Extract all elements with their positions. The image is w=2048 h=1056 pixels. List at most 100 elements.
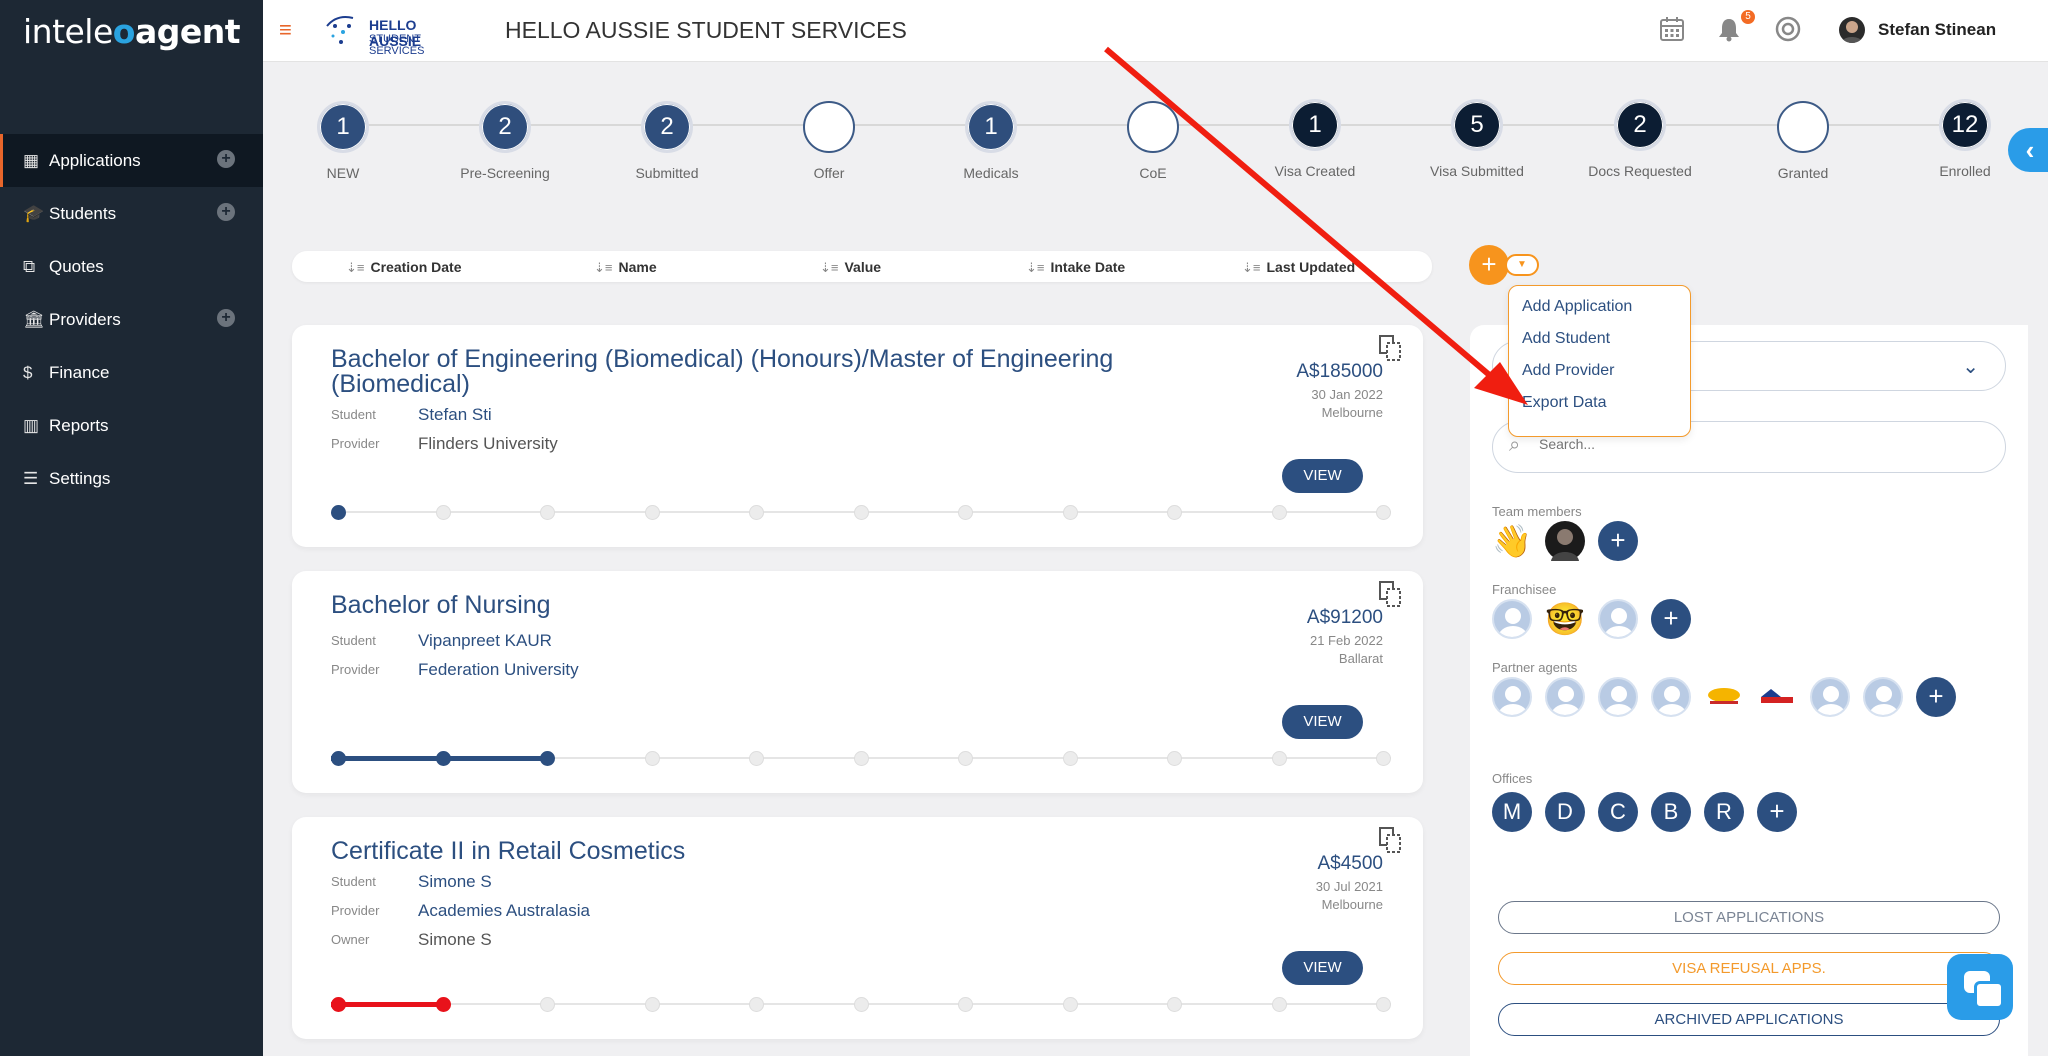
user-avatar[interactable] xyxy=(1839,17,1865,43)
sidebar-item-settings[interactable]: ☰ Settings xyxy=(0,452,263,505)
chat-widget-icon[interactable] xyxy=(1947,954,2013,1020)
sidebar-item-students[interactable]: 🎓 Students + xyxy=(0,187,263,240)
add-student-icon[interactable]: + xyxy=(217,203,235,221)
pipeline-stage[interactable]: 1 NEW xyxy=(283,101,403,181)
stage-label: Docs Requested xyxy=(1588,163,1692,179)
franchisee-avatar[interactable] xyxy=(1598,599,1638,639)
sort-value[interactable]: ⇣≡ Value xyxy=(820,259,881,276)
application-title[interactable]: Bachelor of Engineering (Biomedical) (Ho… xyxy=(331,347,1181,397)
partner-agent-logo-avatar[interactable] xyxy=(1757,677,1797,717)
student-name[interactable]: Stefan Sti xyxy=(418,405,492,425)
application-card[interactable]: Certificate II in Retail Cosmetics Stude… xyxy=(292,817,1423,1039)
archived-applications-button[interactable]: ARCHIVED APPLICATIONS xyxy=(1498,1003,2000,1036)
waving-hand-avatar[interactable]: 👋 xyxy=(1492,521,1532,561)
pipeline-stage[interactable]: CoE xyxy=(1093,101,1213,181)
sidebar-item-quotes[interactable]: ⧉ Quotes xyxy=(0,240,263,293)
lost-applications-button[interactable]: LOST APPLICATIONS xyxy=(1498,901,2000,934)
provider-name[interactable]: Academies Australasia xyxy=(418,901,590,921)
sort-last-updated[interactable]: ⇣≡ Last Updated xyxy=(1242,259,1355,276)
office-avatar[interactable]: M xyxy=(1492,792,1532,832)
office-avatar[interactable]: C xyxy=(1598,792,1638,832)
intele-agent-logo[interactable]: intele o agent xyxy=(0,0,263,62)
sidebar-item-applications[interactable]: ▦ Applications + xyxy=(0,134,263,187)
sort-name[interactable]: ⇣≡ Name xyxy=(594,259,657,276)
add-provider-icon[interactable]: + xyxy=(217,309,235,327)
notification-count-badge: 5 xyxy=(1741,10,1755,24)
menu-item-add-student[interactable]: Add Student xyxy=(1522,330,1610,348)
view-button[interactable]: VIEW xyxy=(1282,459,1363,493)
sidebar-item-finance[interactable]: $ Finance xyxy=(0,346,263,399)
pipeline-stage[interactable]: 12 Enrolled xyxy=(1905,99,2025,179)
menu-item-export-data[interactable]: Export Data xyxy=(1522,394,1606,412)
add-new-button[interactable]: + xyxy=(1469,245,1509,285)
pipeline-stage[interactable]: 5 Visa Submitted xyxy=(1417,99,1537,179)
sidebar-item-reports[interactable]: ▥ Reports xyxy=(0,399,263,452)
menu-item-add-provider[interactable]: Add Provider xyxy=(1522,362,1615,380)
team-member-photo-avatar[interactable] xyxy=(1545,521,1585,561)
add-team-member-button[interactable]: + xyxy=(1598,521,1638,561)
provider-name[interactable]: Federation University xyxy=(418,660,579,680)
application-card[interactable]: Bachelor of Nursing Student Vipanpreet K… xyxy=(292,571,1423,793)
pipeline-stage[interactable]: Granted xyxy=(1743,101,1863,181)
partner-agent-avatar[interactable] xyxy=(1810,677,1850,717)
partner-agent-avatar[interactable] xyxy=(1545,677,1585,717)
franchisee-avatar[interactable] xyxy=(1492,599,1532,639)
notifications-bell-icon[interactable] xyxy=(1715,16,1743,44)
hamburger-menu-icon[interactable]: ≡ xyxy=(279,17,292,43)
sliders-icon: ☰ xyxy=(23,468,39,488)
progress-track xyxy=(331,504,1391,520)
pipeline-stage[interactable]: 1 Visa Created xyxy=(1255,99,1375,179)
collapse-panel-chevron-icon[interactable]: ‹ xyxy=(2008,128,2048,172)
office-avatar[interactable]: R xyxy=(1704,792,1744,832)
sort-label: Name xyxy=(618,259,657,275)
partner-agent-avatar[interactable] xyxy=(1863,677,1903,717)
student-name[interactable]: Vipanpreet KAUR xyxy=(418,631,552,651)
pipeline-stage[interactable]: 2 Docs Requested xyxy=(1580,99,1700,179)
add-application-icon[interactable]: + xyxy=(217,150,235,168)
progress-step-dot xyxy=(958,997,973,1012)
add-office-button[interactable]: + xyxy=(1757,792,1797,832)
partner-agent-logo-avatar[interactable] xyxy=(1704,677,1744,717)
user-name[interactable]: Stefan Stinean xyxy=(1878,20,1996,40)
stage-label: Submitted xyxy=(635,165,699,181)
logo-text-part: intele xyxy=(22,11,113,51)
help-lifebuoy-icon[interactable] xyxy=(1774,16,1802,44)
sort-intake-date[interactable]: ⇣≡ Intake Date xyxy=(1026,259,1125,276)
application-title[interactable]: Certificate II in Retail Cosmetics xyxy=(331,839,1181,864)
sort-icon: ⇣≡ xyxy=(1026,260,1045,275)
company-brand-logo: HELLO AUSSIE STUDENT SERVICES xyxy=(323,12,448,57)
application-card[interactable]: Bachelor of Engineering (Biomedical) (Ho… xyxy=(292,325,1423,547)
calendar-icon[interactable] xyxy=(1658,16,1686,44)
progress-step-dot xyxy=(331,997,346,1012)
documents-icon: ⧉ xyxy=(23,256,36,276)
duplicate-icon[interactable] xyxy=(1379,581,1401,607)
menu-item-add-application[interactable]: Add Application xyxy=(1522,298,1632,316)
sort-label: Intake Date xyxy=(1050,259,1126,275)
office-avatar[interactable]: D xyxy=(1545,792,1585,832)
pipeline-stage[interactable]: 2 Submitted xyxy=(607,101,727,181)
student-name[interactable]: Simone S xyxy=(418,872,492,892)
pipeline-stage[interactable]: Offer xyxy=(769,101,889,181)
add-partner-agent-button[interactable]: + xyxy=(1916,677,1956,717)
sort-creation-date[interactable]: ⇣≡ Creation Date xyxy=(346,259,462,276)
duplicate-icon[interactable] xyxy=(1379,827,1401,853)
view-button[interactable]: VIEW xyxy=(1282,705,1363,739)
add-menu-caret-icon[interactable]: ▼ xyxy=(1505,254,1539,276)
progress-step-dot xyxy=(331,505,346,520)
duplicate-icon[interactable] xyxy=(1379,335,1401,361)
search-input[interactable] xyxy=(1539,436,1979,452)
partner-agent-avatar[interactable] xyxy=(1492,677,1532,717)
partner-agent-avatar[interactable] xyxy=(1598,677,1638,717)
pipeline-stage[interactable]: 1 Medicals xyxy=(931,101,1051,181)
stage-count: 1 xyxy=(317,101,369,153)
office-avatar[interactable]: B xyxy=(1651,792,1691,832)
partner-agent-avatar[interactable] xyxy=(1651,677,1691,717)
view-button[interactable]: VIEW xyxy=(1282,951,1363,985)
pipeline-stage[interactable]: 2 Pre-Screening xyxy=(445,101,565,181)
sidebar-item-providers[interactable]: 🏛 Providers + xyxy=(0,293,263,346)
add-franchisee-button[interactable]: + xyxy=(1651,599,1691,639)
application-title[interactable]: Bachelor of Nursing xyxy=(331,593,1181,618)
progress-step-dot xyxy=(1271,505,1287,520)
nerd-face-avatar[interactable]: 🤓 xyxy=(1545,599,1585,639)
visa-refusal-button[interactable]: VISA REFUSAL APPS. xyxy=(1498,952,2000,985)
